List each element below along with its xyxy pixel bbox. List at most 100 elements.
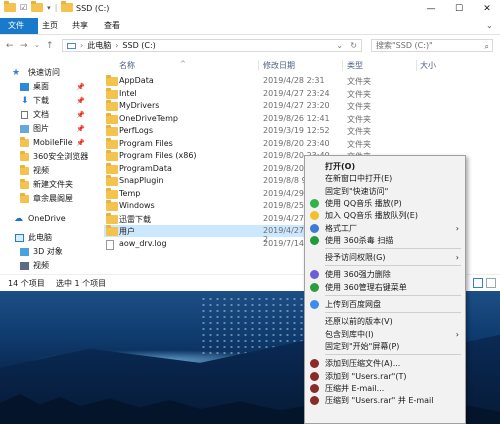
sidebar-item-onedrive[interactable]: ☁ OneDrive [0,212,95,226]
back-arrow-icon[interactable]: ← [6,41,14,51]
details-view-button[interactable] [473,278,483,288]
table-row[interactable]: Intel 2019/4/27 23:24 文件夹 [104,87,400,100]
menu-item-label: 使用 360管理右键菜单 [325,282,407,292]
menu-item-label: 压缩到 "Users.rar" 并 E-mail [325,396,434,406]
menu-separator [325,265,461,267]
column-divider[interactable] [342,60,343,71]
breadcrumb-drive[interactable]: SSD (C:) [122,41,155,50]
sidebar-item-this-pc[interactable]: 此电脑 [0,231,95,245]
menu-item-label: 添加到 "Users.rar"(T) [325,371,407,381]
context-menu-item[interactable]: 还原以前的版本(V) [305,315,465,328]
context-menu-item[interactable]: 使用 360杀毒 扫描 [305,234,465,247]
file-name: AppData [119,76,154,85]
search-input[interactable]: 搜索"SSD (C:)" ⌕ [371,39,493,52]
column-header-size[interactable]: 大小 [420,60,436,71]
up-arrow-icon[interactable]: ↑ [46,41,54,51]
column-header-type[interactable]: 类型 [347,60,363,71]
context-menu-item[interactable]: 添加到压缩文件(A)... [305,357,465,370]
context-menu-item[interactable]: 格式工厂 › [305,222,465,235]
context-menu-item[interactable]: 压缩到 "Users.rar" 并 E-mail [305,394,465,407]
breadcrumb-this-pc[interactable]: 此电脑 [87,40,111,51]
address-dropdown-icon[interactable]: ⌄ [336,41,343,50]
context-menu-item[interactable]: 使用 360强力删除 [305,268,465,281]
sidebar-item-custom-folder[interactable]: 章余晨阁屋 [0,192,95,206]
window-title: SSD (C:) [76,4,110,13]
computer-icon [67,42,76,49]
sidebar-item-label: 文档 [33,110,49,119]
context-menu-item[interactable]: 在新窗口中打开(E) [305,172,465,185]
context-menu-item[interactable]: 添加到 "Users.rar"(T) [305,370,465,383]
sidebar-item-videos[interactable]: 视频 [0,164,95,178]
recent-locations-icon[interactable]: ⌄ [34,41,40,49]
star-icon: ★ [12,68,21,78]
menu-item-label: 在新窗口中打开(E) [325,174,393,184]
file-name: 用户 [119,227,135,236]
table-row[interactable]: Program Files 2019/8/20 23:40 文件夹 [104,137,400,150]
table-row[interactable]: AppData 2019/4/28 2:31 文件夹 [104,75,400,87]
large-icons-view-button[interactable] [486,278,496,288]
ribbon-tabs: 文件 主页 共享 查看 ⌄ [0,18,500,35]
desktop-icon [20,83,29,91]
sidebar-item-new-folder[interactable]: 新建文件夹 [0,178,95,192]
column-header-date[interactable]: 修改日期 [263,60,295,71]
menu-item-label: 打开(O) [325,162,356,171]
column-header-name[interactable]: 名称 [119,60,135,71]
tab-home[interactable]: 主页 [34,18,66,34]
sidebar-item-documents[interactable]: 文档 📌 [0,108,95,122]
close-button[interactable]: ✕ [474,0,500,18]
sidebar-item-desktop[interactable]: 桌面 📌 [0,80,95,94]
menu-item-icon [310,235,319,245]
context-menu-item[interactable]: 使用 360管理右键菜单 [305,281,465,294]
tab-share[interactable]: 共享 [64,18,96,34]
context-menu-item[interactable]: 加入 QQ音乐 播放队列(E) [305,209,465,222]
tab-view[interactable]: 查看 [96,18,128,34]
context-menu-item[interactable]: 压缩并 E-mail... [305,382,465,395]
context-menu-item[interactable]: 固定到"开始"屏幕(P) [305,340,465,353]
table-row[interactable]: PerfLogs 2019/3/19 12:52 文件夹 [104,125,400,137]
sidebar-item-3d-objects[interactable]: 3D 对象 [0,245,95,259]
separator-icon: | [54,3,58,12]
chevron-down-icon[interactable]: ▾ [47,4,51,12]
folder-icon [106,75,118,86]
table-row[interactable]: 用户 2019/4/27 2 [104,225,304,244]
context-menu-item[interactable]: 打开(O) [305,160,465,173]
file-date: 2019/4/28 2:31 [263,76,325,85]
sidebar-item-label: MobileFile [33,138,73,147]
table-row[interactable]: MyDrivers 2019/4/27 23:20 文件夹 [104,100,400,112]
properties-icon[interactable]: ☑ [20,3,27,12]
sidebar-item-videos-pc[interactable]: 视频 [0,259,95,273]
file-name: OneDriveTemp [119,113,178,123]
context-menu-item[interactable]: 授予访问权限(G) › [305,251,465,264]
menu-item-label: 使用 360强力删除 [325,270,391,280]
context-menu-item[interactable]: 上传到百度网盘 [305,298,465,311]
file-date: 2019/4/27 23:20 [263,101,330,110]
sidebar-item-pictures[interactable]: 图片 📌 [0,122,95,136]
address-row: ← → ⌄ ↑ › 此电脑 › SSD (C:) ⌄ ↻ 搜索"SSD (C:)… [0,35,500,57]
minimize-button[interactable]: — [418,0,444,18]
quick-access-toolbar: ☑ ▾ | [4,1,74,12]
context-menu-item[interactable]: 固定到"快速访问" [305,185,465,198]
sidebar-item-360browser[interactable]: 360安全浏览器 [0,150,95,164]
maximize-button[interactable]: ☐ [446,0,472,18]
new-folder-icon[interactable] [31,1,44,12]
address-bar[interactable]: › 此电脑 › SSD (C:) ⌄ ↻ [62,39,362,52]
sidebar-item-mobilefile[interactable]: MobileFile 📌 [0,136,95,150]
folder-icon [4,1,16,12]
sidebar-item-downloads[interactable]: ⬇ 下载 📌 [0,94,95,108]
expand-ribbon-icon[interactable]: ⌄ [478,18,500,34]
menu-item-label: 上传到百度网盘 [325,300,381,309]
folder-icon [20,193,29,203]
file-type: 文件夹 [347,89,371,99]
menu-item-icon [310,371,319,381]
refresh-icon[interactable]: ↻ [350,41,357,50]
column-divider[interactable] [416,60,417,71]
menu-item-icon [310,211,319,221]
sidebar-item-label: 快速访问 [28,68,60,77]
search-icon[interactable]: ⌕ [485,41,489,52]
context-menu-item[interactable]: 使用 QQ音乐 播放(P) [305,197,465,210]
forward-arrow-icon[interactable]: → [20,41,28,51]
context-menu-item[interactable]: 包含到库中(I) › [305,328,465,341]
table-row[interactable]: OneDriveTemp 2019/8/26 12:41 文件夹 [104,112,400,125]
column-divider[interactable] [258,60,259,71]
tab-file[interactable]: 文件 [0,18,38,34]
